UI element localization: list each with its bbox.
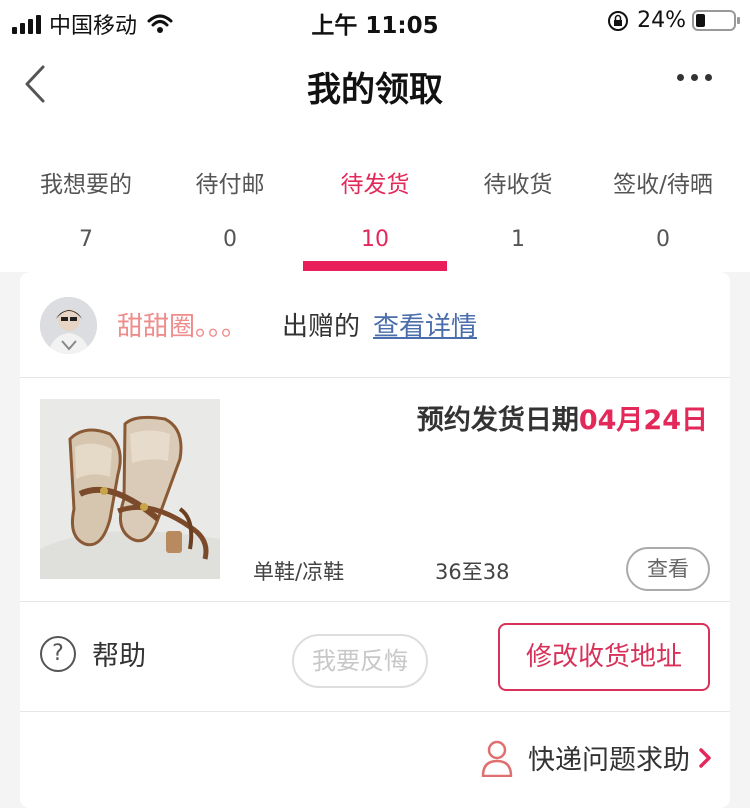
- chevron-right-icon: [699, 747, 711, 768]
- regret-button[interactable]: 我要反悔: [292, 634, 428, 688]
- tab-label: 待收货: [483, 172, 553, 198]
- change-address-button[interactable]: 修改收货地址: [498, 623, 710, 691]
- help-button[interactable]: ? 帮助: [40, 634, 146, 673]
- tab-signed-review[interactable]: 签收/待晒 0: [588, 165, 738, 252]
- giver-row: 甜甜圈。。。 出赠的 查看详情: [20, 272, 730, 378]
- battery-percent: 24%: [637, 8, 686, 33]
- person-icon: [481, 740, 513, 777]
- tab-wanted[interactable]: 我想要的 7: [11, 165, 161, 252]
- delivery-help-link[interactable]: 快递问题求助: [480, 738, 712, 777]
- order-tabs: 我想要的 7 待付邮 0 待发货 10 待收货 1 签收/待晒 0: [0, 130, 750, 272]
- ship-date-value: 04月24日: [578, 405, 708, 436]
- delivery-help-label: 快递问题求助: [528, 745, 690, 776]
- avatar-image: [40, 297, 97, 354]
- order-card: 甜甜圈。。。 出赠的 查看详情 预约发货日期04月24日 单鞋/凉鞋 36至38…: [20, 272, 730, 808]
- ship-date: 预约发货日期04月24日: [417, 398, 708, 437]
- tab-pending-shipment[interactable]: 待发货 10: [300, 165, 450, 252]
- orientation-lock-icon: [608, 10, 629, 31]
- tab-pending-receipt[interactable]: 待收货 1: [443, 165, 593, 252]
- tab-label: 待付邮: [195, 172, 265, 198]
- tab-count: 0: [223, 227, 237, 252]
- tab-count: 0: [656, 227, 670, 252]
- giver-verb: 出赠的: [282, 312, 361, 342]
- view-button[interactable]: 查看: [626, 547, 710, 591]
- more-icon[interactable]: [677, 74, 712, 81]
- status-bar: 中国移动 上午 11:05 24%: [0, 0, 750, 40]
- status-right: 24%: [607, 8, 740, 33]
- active-tab-indicator: [303, 261, 447, 271]
- tab-label: 我想要的: [40, 172, 132, 198]
- question-icon: ?: [40, 635, 76, 672]
- help-label: 帮助: [92, 641, 146, 672]
- view-details-link[interactable]: 查看详情: [373, 306, 477, 343]
- tab-count: 10: [361, 227, 389, 252]
- tab-pending-postage[interactable]: 待付邮 0: [155, 165, 305, 252]
- nav-bar: 我的领取: [0, 40, 750, 130]
- tab-count: 7: [79, 227, 93, 252]
- actions-row: ? 帮助 我要反悔 修改收货地址: [20, 602, 730, 712]
- product-size: 36至38: [435, 560, 510, 584]
- avatar[interactable]: [40, 297, 97, 354]
- battery-fill: [696, 14, 705, 27]
- product-row: 预约发货日期04月24日 单鞋/凉鞋 36至38 查看: [20, 378, 730, 602]
- ship-date-label: 预约发货日期: [416, 405, 579, 436]
- tab-label: 待发货: [340, 172, 410, 198]
- page-title: 我的领取: [307, 70, 443, 110]
- product-category: 单鞋/凉鞋: [253, 560, 345, 584]
- battery-icon: [692, 10, 740, 31]
- tab-label: 签收/待晒: [613, 172, 713, 198]
- tab-count: 1: [511, 227, 525, 252]
- giver-name[interactable]: 甜甜圈。。。: [117, 306, 247, 343]
- product-image[interactable]: [40, 399, 220, 579]
- sandals-photo: [40, 399, 220, 579]
